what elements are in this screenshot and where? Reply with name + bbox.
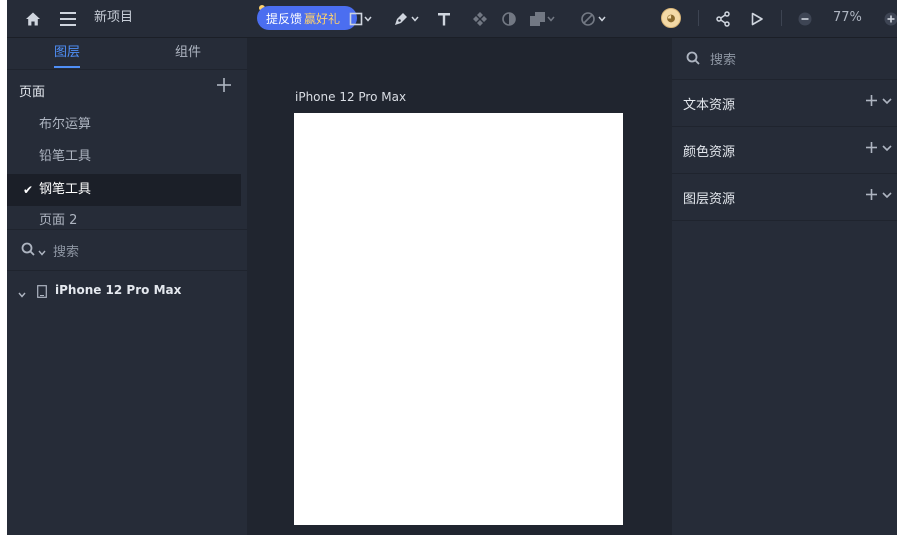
plus-icon bbox=[866, 142, 877, 153]
page-label: 铅笔工具 bbox=[39, 149, 92, 164]
layer-row[interactable]: iPhone 12 Pro Max bbox=[7, 282, 247, 302]
add-page-button[interactable] bbox=[217, 78, 231, 96]
layer-search-placeholder: 搜索 bbox=[53, 245, 80, 260]
add-asset-button[interactable] bbox=[866, 138, 877, 158]
page-item-boolean[interactable]: 布尔运算 bbox=[7, 109, 241, 141]
chevron-down-icon[interactable] bbox=[882, 141, 892, 156]
asset-row-text[interactable]: 文本资源 bbox=[672, 80, 897, 126]
chevron-down-icon[interactable] bbox=[409, 9, 421, 29]
mask-tool-icon[interactable] bbox=[499, 9, 519, 29]
page-item-page2[interactable]: 页面 2 bbox=[7, 205, 241, 229]
artboard[interactable] bbox=[294, 113, 623, 525]
plus-icon bbox=[866, 189, 877, 200]
right-panel: 搜索 文本资源 颜色资源 图层资源 bbox=[672, 38, 897, 535]
share-icon[interactable] bbox=[713, 9, 733, 29]
search-icon bbox=[686, 51, 700, 69]
feedback-label: 提反馈 bbox=[266, 11, 303, 26]
chevron-down-icon[interactable] bbox=[882, 188, 892, 203]
divider bbox=[7, 270, 247, 271]
chevron-down-icon[interactable] bbox=[545, 9, 557, 29]
asset-label: 颜色资源 bbox=[683, 145, 736, 160]
component-tool-icon[interactable] bbox=[470, 9, 490, 29]
plus-icon bbox=[866, 95, 877, 106]
text-tool-icon[interactable] bbox=[434, 9, 454, 29]
page-label: 页面 2 bbox=[39, 213, 78, 228]
search-icon bbox=[21, 242, 35, 260]
page-item-pen[interactable]: ✔ 钢笔工具 bbox=[7, 174, 241, 206]
project-name[interactable]: 新项目 bbox=[94, 9, 133, 27]
feedback-button[interactable]: 提反馈 赢好礼 bbox=[257, 6, 357, 30]
zoom-out-icon[interactable] bbox=[795, 9, 815, 29]
tab-layers[interactable]: 图层 bbox=[54, 44, 80, 62]
asset-search-placeholder: 搜索 bbox=[710, 53, 737, 68]
pages-title: 页面 bbox=[19, 85, 46, 100]
add-asset-button[interactable] bbox=[866, 185, 877, 205]
zoom-level[interactable]: 77% bbox=[833, 10, 862, 25]
asset-row-layer[interactable]: 图层资源 bbox=[672, 174, 897, 220]
feedback-reward-label: 赢好礼 bbox=[304, 11, 341, 26]
add-asset-button[interactable] bbox=[866, 91, 877, 111]
avatar[interactable]: ◕ bbox=[661, 8, 681, 28]
left-panel: 图层 组件 页面 布尔运算 铅笔工具 ✔ 钢笔工具 页面 2 搜索 iPhone… bbox=[7, 38, 247, 535]
chevron-down-icon[interactable] bbox=[882, 94, 892, 109]
menu-icon[interactable] bbox=[58, 9, 78, 29]
page-label: 布尔运算 bbox=[39, 117, 92, 132]
divider bbox=[7, 69, 247, 70]
asset-search[interactable]: 搜索 bbox=[672, 38, 897, 79]
chevron-down-icon[interactable] bbox=[362, 9, 374, 29]
asset-label: 图层资源 bbox=[683, 192, 736, 207]
page-item-pencil[interactable]: 铅笔工具 bbox=[7, 141, 241, 173]
toolbar-divider bbox=[781, 10, 782, 26]
chevron-down-icon[interactable] bbox=[38, 245, 46, 260]
artboard-title[interactable]: iPhone 12 Pro Max bbox=[295, 90, 406, 104]
asset-row-color[interactable]: 颜色资源 bbox=[672, 127, 897, 173]
canvas[interactable]: iPhone 12 Pro Max bbox=[247, 38, 672, 535]
check-icon: ✔ bbox=[23, 183, 34, 197]
divider bbox=[672, 220, 897, 221]
layer-label: iPhone 12 Pro Max bbox=[55, 283, 182, 297]
top-toolbar: 新项目 提反馈 赢好礼 ◕ 77% bbox=[7, 0, 897, 38]
zoom-in-icon[interactable] bbox=[881, 9, 897, 29]
active-tab-indicator bbox=[54, 66, 80, 68]
toolbar-divider bbox=[698, 10, 699, 26]
app-window: 新项目 提反馈 赢好礼 ◕ 77% 图层 组件 页面 布尔运算 铅笔工具 ✔ 钢… bbox=[7, 0, 897, 535]
plus-icon bbox=[217, 78, 231, 92]
artboard-icon bbox=[37, 285, 47, 302]
play-icon[interactable] bbox=[747, 9, 767, 29]
tab-components[interactable]: 组件 bbox=[175, 44, 201, 62]
expand-chevron-icon[interactable] bbox=[18, 287, 26, 302]
chevron-down-icon[interactable] bbox=[596, 9, 608, 29]
layer-search[interactable]: 搜索 bbox=[7, 230, 247, 270]
page-label: 钢笔工具 bbox=[39, 182, 92, 197]
home-icon[interactable] bbox=[23, 9, 43, 29]
asset-label: 文本资源 bbox=[683, 98, 736, 113]
prohibit-icon[interactable] bbox=[578, 9, 598, 29]
pen-tool-icon[interactable] bbox=[391, 9, 411, 29]
